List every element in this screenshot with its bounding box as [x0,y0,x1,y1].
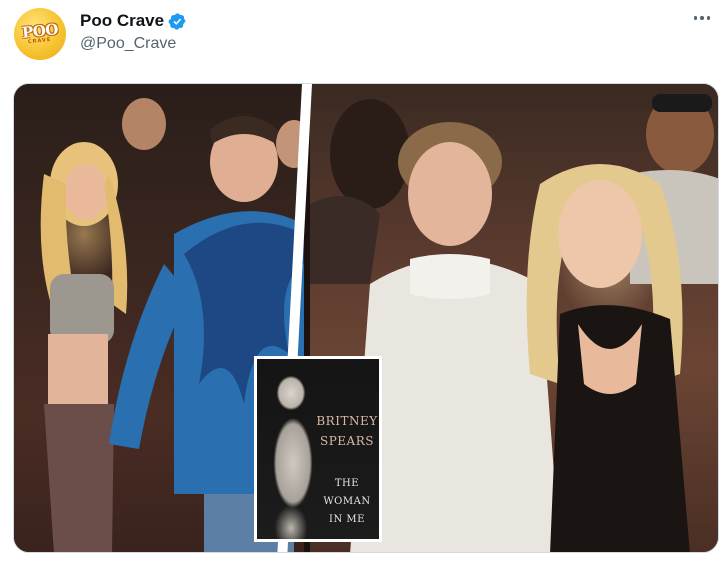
book-cover-figure [261,363,323,539]
book-cover-image: BRITNEY SPEARS THE WOMAN IN ME [254,356,382,542]
book-author-line: SPEARS [320,434,374,448]
book-title-line: WOMAN [323,496,371,507]
verified-badge-icon [168,12,187,31]
more-horizontal-icon[interactable] [690,8,714,28]
tweet-card: POO CRAVE Poo Crave @Poo_Crave BRITNEY S… [0,0,728,565]
avatar-logo-subtext: CRAVE [28,36,52,46]
tweet-media[interactable]: BRITNEY SPEARS THE WOMAN IN ME [13,83,719,553]
book-author-line: BRITNEY [316,414,378,428]
book-title-line: THE [334,478,360,489]
name-row: Poo Crave [80,10,187,32]
book-title: THE WOMAN IN ME [315,475,379,529]
book-title-line: IN ME [329,514,365,525]
avatar[interactable]: POO CRAVE [14,8,66,60]
handle[interactable]: @Poo_Crave [80,35,176,53]
book-author: BRITNEY SPEARS [315,411,379,451]
display-name[interactable]: Poo Crave [80,11,164,31]
